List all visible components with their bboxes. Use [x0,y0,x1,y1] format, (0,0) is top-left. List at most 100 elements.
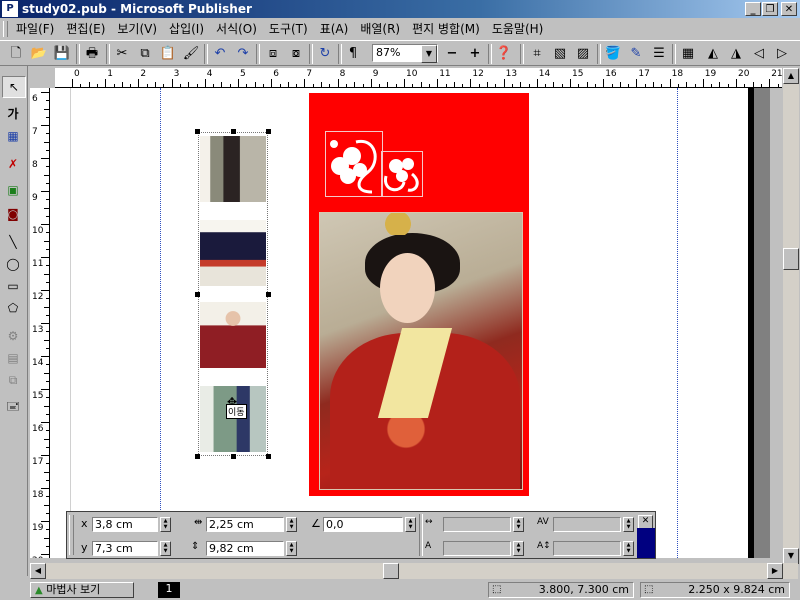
zoom-out-minus-icon[interactable]: − [442,44,462,64]
send-to-back-icon[interactable]: ⧇ [286,44,306,64]
horizontal-scroll-thumb[interactable] [383,563,399,579]
resize-handle-top-right[interactable] [266,129,271,134]
y-position-input[interactable]: 7,3 cm [92,541,158,556]
help-question-icon[interactable]: ❓ [494,44,514,64]
crop-icon[interactable]: ⌗ [527,44,547,64]
hanbok-photo-1[interactable] [200,136,266,202]
save-disk-icon[interactable]: 💾 [52,44,72,64]
line-spacing-input[interactable] [553,541,621,556]
horizontal-scrollbar[interactable]: ◀ ▶ [30,563,798,579]
rotate-right-icon[interactable]: ▷ [772,44,792,64]
picture-frame-tool-icon[interactable]: ▣ [2,180,24,200]
hanbok-photo-strip[interactable]: ✥ 이동 [195,129,271,459]
custom-shapes-tool-icon[interactable]: ⬠ [2,298,24,318]
zoom-in-plus-icon[interactable]: + [465,44,485,64]
floral-ornament-right[interactable] [381,151,423,197]
text-scale-input[interactable] [443,541,511,556]
y-position-spinner[interactable]: ▲ ▼ [160,541,171,556]
vertical-ruler[interactable]: 6 7 8 9 10 11 12 13 14 15 16 17 18 19 20 [30,88,50,558]
paste-clipboard-icon[interactable]: 📋 [158,44,178,64]
new-document-icon[interactable]: 🗋 [6,44,26,64]
text-frame-tool-icon[interactable]: 가 [2,104,24,124]
kerning-input[interactable] [553,517,621,532]
cut-scissors-icon[interactable]: ✂ [112,44,132,64]
tracking-input[interactable] [443,517,511,532]
undo-icon[interactable]: ↶ [210,44,230,64]
vertical-scrollbar[interactable]: ▲ ▼ [783,68,799,564]
publisher-app-icon[interactable]: P [2,1,18,17]
measurements-gripper[interactable] [69,515,74,555]
oval-tool-icon[interactable]: ◯ [2,254,24,274]
menu-edit[interactable]: 편집(E) [60,19,111,39]
x-position-spinner[interactable]: ▲ ▼ [160,517,171,532]
menu-view[interactable]: 보기(V) [111,19,163,39]
table-frame-tool-icon[interactable]: ▦ [2,126,24,146]
bring-to-front-icon[interactable]: ⧈ [263,44,283,64]
kerning-spinner[interactable]: ▲ ▼ [623,517,634,532]
hanbok-portrait-picture[interactable] [319,212,523,490]
form-control-tool-icon[interactable]: ▤ [2,348,24,368]
tracking-spinner[interactable]: ▲ ▼ [513,517,524,532]
chevron-down-icon[interactable]: ▼ [421,45,437,63]
design-gallery-object-icon[interactable]: 🖃 [2,396,24,416]
width-spinner[interactable]: ▲ ▼ [286,517,297,532]
format-painter-icon[interactable]: 🖌 [181,44,201,64]
design-gallery-icon[interactable]: ▦ [678,44,698,64]
copy-icon[interactable]: ⧉ [135,44,155,64]
menu-insert[interactable]: 삽입(I) [163,19,210,39]
menu-format[interactable]: 서식(O) [210,19,263,39]
publication-workspace[interactable]: ✥ 이동 [50,88,770,558]
rotation-input[interactable]: 0,0 [323,517,403,532]
wizard-toggle-button[interactable]: ▲ 마법사 보기 [30,582,134,598]
flip-horizontal-icon[interactable]: ◁ [749,44,769,64]
menu-tools[interactable]: 도구(T) [263,19,314,39]
menu-table[interactable]: 표(A) [314,19,355,39]
x-position-input[interactable]: 3,8 cm [92,517,158,532]
menu-gripper[interactable] [3,21,8,37]
menu-mail-merge[interactable]: 편지 병합(M) [406,19,486,39]
print-icon[interactable]: 🖶 [82,44,102,64]
rotate-icon[interactable]: ↻ [315,44,335,64]
menu-arrange[interactable]: 배열(R) [354,19,406,39]
flip-vertical-icon[interactable]: ◭ [703,44,723,64]
rotation-spinner[interactable]: ▲ ▼ [405,517,416,532]
scroll-down-arrow-icon[interactable]: ▼ [783,548,799,564]
open-folder-icon[interactable]: 📂 [29,44,49,64]
resize-handle-bottom-left[interactable] [195,454,200,459]
line-spacing-spinner[interactable]: ▲ ▼ [623,541,634,556]
height-spinner[interactable]: ▲ ▼ [286,541,297,556]
pointer-arrow-icon[interactable]: ↖ [2,76,26,98]
floral-ornament-left[interactable] [325,131,383,197]
rectangle-tool-icon[interactable]: ▭ [2,276,24,296]
hot-spot-tool-icon[interactable]: ⚙ [2,326,24,346]
html-code-fragment-tool-icon[interactable]: ⧉ [2,370,24,390]
resize-handle-bottom-right[interactable] [266,454,271,459]
text-scale-spinner[interactable]: ▲ ▼ [513,541,524,556]
width-input[interactable]: 2,25 cm [206,517,284,532]
resize-handle-right[interactable] [266,292,271,297]
hanbok-photo-3[interactable] [200,302,266,368]
scroll-left-arrow-icon[interactable]: ◀ [30,563,46,579]
resize-handle-left[interactable] [195,292,200,297]
resize-handle-top-left[interactable] [195,129,200,134]
scroll-up-arrow-icon[interactable]: ▲ [783,68,799,84]
scroll-right-arrow-icon[interactable]: ▶ [767,563,783,579]
line-color-pen-icon[interactable]: ✎ [626,44,646,64]
restore-button[interactable]: ❐ [762,2,778,16]
close-button[interactable]: ✕ [781,2,797,16]
line-style-icon[interactable]: ☰ [649,44,669,64]
vertical-scroll-thumb[interactable] [783,248,799,270]
border-art-icon[interactable]: ▨ [573,44,593,64]
height-input[interactable]: 9,82 cm [206,541,284,556]
redo-icon[interactable]: ↷ [233,44,253,64]
hanbok-photo-2[interactable] [200,220,266,286]
ruler-corner[interactable] [30,68,55,88]
resize-handle-bottom[interactable] [231,454,236,459]
fill-color-bucket-icon[interactable]: 🪣 [603,44,623,64]
pilcrow-special-characters-icon[interactable]: ¶ [343,44,363,64]
clip-gallery-tool-icon[interactable]: ◙ [2,204,24,224]
wordart-tool-icon[interactable]: ✗ [2,154,24,174]
page-navigator-current[interactable]: 1 [158,582,180,598]
rotate-left-icon[interactable]: ◮ [726,44,746,64]
menu-help[interactable]: 도움말(H) [486,19,550,39]
